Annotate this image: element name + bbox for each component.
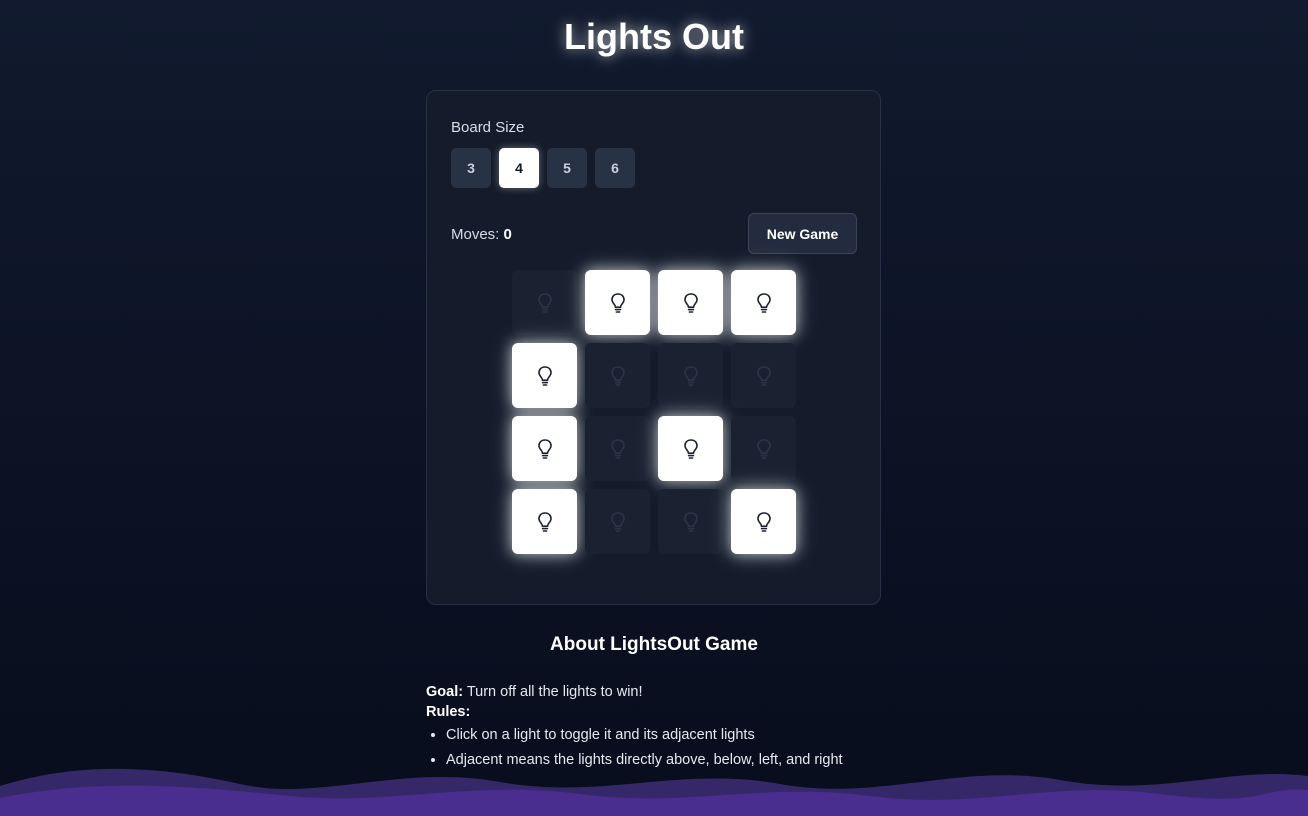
wave-back xyxy=(0,768,1308,816)
light-cell-r4-c1[interactable] xyxy=(512,489,577,554)
about-section: Goal: Turn off all the lights to win! Ru… xyxy=(426,682,866,775)
lightbulb-icon xyxy=(683,365,699,387)
board-size-button-5[interactable]: 5 xyxy=(547,148,587,188)
goal-line: Goal: Turn off all the lights to win! xyxy=(426,682,866,702)
rule-item: Click on a light to toggle it and its ad… xyxy=(446,725,866,745)
light-cell-r1-c2[interactable] xyxy=(585,270,650,335)
lightbulb-icon xyxy=(537,365,553,387)
lightbulb-icon xyxy=(756,511,772,533)
page-title: Lights Out xyxy=(564,16,744,57)
rule-item: Adjacent means the lights directly above… xyxy=(446,750,866,770)
new-game-button[interactable]: New Game xyxy=(748,213,857,254)
lightbulb-icon xyxy=(756,365,772,387)
light-cell-r2-c3[interactable] xyxy=(658,343,723,408)
moves-value: 0 xyxy=(503,226,512,243)
lightbulb-icon xyxy=(683,292,699,314)
moves-counter: Moves: 0 xyxy=(451,226,512,243)
light-cell-r1-c3[interactable] xyxy=(658,270,723,335)
game-panel: Board Size 3 4 5 6 Moves: 0 New Game xyxy=(426,90,881,605)
about-title: About LightsOut Game xyxy=(550,634,758,655)
light-cell-r4-c4[interactable] xyxy=(731,489,796,554)
rules-list: Click on a light to toggle it and its ad… xyxy=(426,725,866,770)
light-cell-r1-c4[interactable] xyxy=(731,270,796,335)
lightbulb-icon xyxy=(537,438,553,460)
light-cell-r2-c1[interactable] xyxy=(512,343,577,408)
light-cell-r4-c3[interactable] xyxy=(658,489,723,554)
light-cell-r3-c2[interactable] xyxy=(585,416,650,481)
lightbulb-icon xyxy=(683,511,699,533)
board-size-selector: 3 4 5 6 xyxy=(451,148,635,188)
board-size-button-6[interactable]: 6 xyxy=(595,148,635,188)
goal-text: Turn off all the lights to win! xyxy=(463,684,643,700)
light-cell-r3-c1[interactable] xyxy=(512,416,577,481)
goal-label: Goal: xyxy=(426,684,464,700)
wave-front xyxy=(0,785,1308,816)
lightbulb-icon xyxy=(610,511,626,533)
board-size-button-3[interactable]: 3 xyxy=(451,148,491,188)
lightbulb-icon xyxy=(756,438,772,460)
lightbulb-icon xyxy=(756,292,772,314)
game-board xyxy=(512,270,796,554)
lightbulb-icon xyxy=(610,292,626,314)
light-cell-r2-c2[interactable] xyxy=(585,343,650,408)
lightbulb-icon xyxy=(610,365,626,387)
lightbulb-icon xyxy=(610,438,626,460)
lightbulb-icon xyxy=(537,292,553,314)
light-cell-r4-c2[interactable] xyxy=(585,489,650,554)
light-cell-r3-c4[interactable] xyxy=(731,416,796,481)
board-size-label: Board Size xyxy=(451,119,525,136)
light-cell-r1-c1[interactable] xyxy=(512,270,577,335)
light-cell-r3-c3[interactable] xyxy=(658,416,723,481)
light-cell-r2-c4[interactable] xyxy=(731,343,796,408)
moves-label: Moves: xyxy=(451,226,500,243)
lightbulb-icon xyxy=(683,438,699,460)
lightbulb-icon xyxy=(537,511,553,533)
rules-label: Rules: xyxy=(426,704,471,720)
board-size-button-4[interactable]: 4 xyxy=(499,148,539,188)
